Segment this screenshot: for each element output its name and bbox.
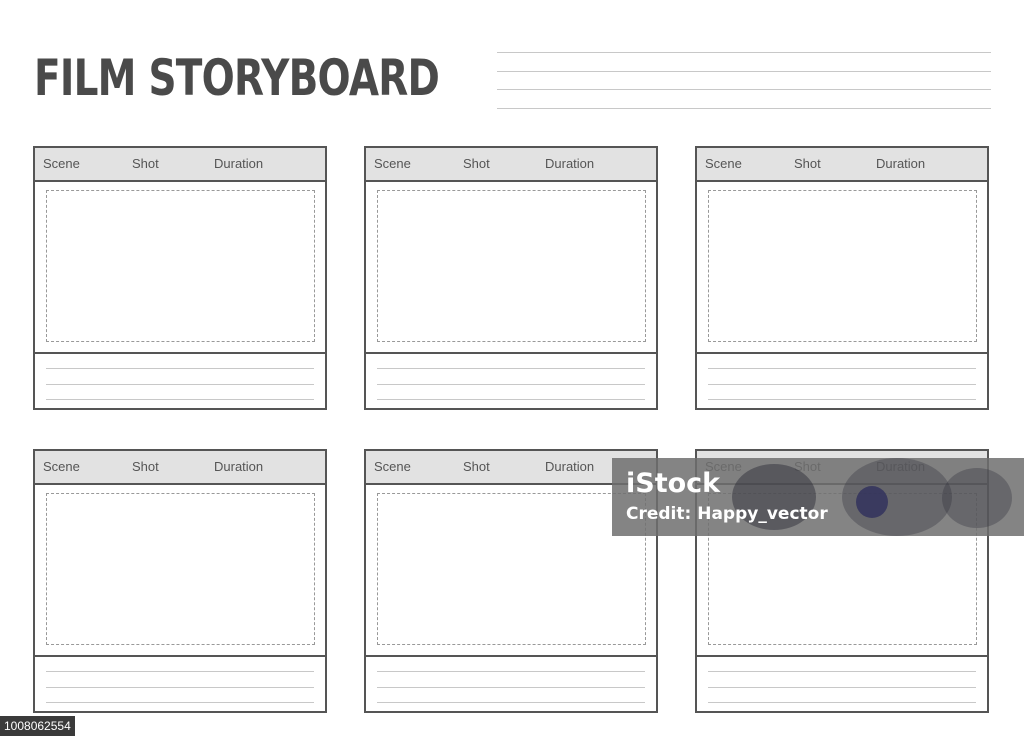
watermark-brand: iStock: [626, 468, 721, 499]
shot-label: Shot: [463, 156, 490, 171]
storyboard-panel-4: Scene Shot Duration: [33, 449, 327, 713]
duration-label: Duration: [545, 459, 595, 474]
duration-label: Duration: [545, 156, 595, 171]
watermark-credit: Credit: Happy_vector: [626, 504, 828, 524]
image-id-label: 1008062554: [0, 716, 75, 736]
note-line: [377, 702, 645, 703]
panel-header: Scene Shot Duration: [366, 148, 656, 182]
note-line: [708, 671, 976, 672]
watermark-banner: iStock Credit: Happy_vector: [612, 458, 1024, 536]
scene-label: Scene: [374, 459, 411, 474]
sketch-frame: [46, 190, 315, 342]
note-line: [497, 107, 991, 109]
notes-area: [366, 352, 656, 408]
note-line: [377, 384, 645, 385]
note-line: [46, 671, 314, 672]
notes-area: [35, 655, 325, 711]
note-line: [46, 687, 314, 688]
note-line: [377, 399, 645, 400]
scene-label: Scene: [43, 459, 80, 474]
shot-label: Shot: [463, 459, 490, 474]
note-line: [46, 702, 314, 703]
scene-label: Scene: [374, 156, 411, 171]
note-line: [708, 399, 976, 400]
notes-area: [697, 352, 987, 408]
sketch-frame: [708, 190, 977, 342]
note-line: [497, 70, 991, 72]
note-line: [46, 399, 314, 400]
page-title: FILM STORYBOARD: [34, 49, 440, 107]
notes-area: [697, 655, 987, 711]
watermark-blob: [856, 486, 888, 518]
shot-label: Shot: [794, 156, 821, 171]
note-line: [497, 89, 991, 90]
storyboard-panel-1: Scene Shot Duration: [33, 146, 327, 410]
note-line: [708, 368, 976, 369]
notes-area: [35, 352, 325, 408]
storyboard-panel-3: Scene Shot Duration: [695, 146, 989, 410]
note-line: [377, 687, 645, 688]
note-line: [708, 384, 976, 385]
scene-label: Scene: [43, 156, 80, 171]
note-line: [497, 52, 991, 53]
sketch-frame: [377, 493, 646, 645]
shot-label: Shot: [132, 156, 159, 171]
title-notes-lines: [497, 52, 991, 126]
duration-label: Duration: [214, 156, 264, 171]
note-line: [708, 702, 976, 703]
sketch-frame: [46, 493, 315, 645]
note-line: [708, 687, 976, 688]
shot-label: Shot: [132, 459, 159, 474]
scene-label: Scene: [705, 156, 742, 171]
panel-header: Scene Shot Duration: [35, 148, 325, 182]
watermark-blob: [942, 468, 1012, 528]
note-line: [46, 384, 314, 385]
note-line: [377, 368, 645, 369]
note-line: [377, 671, 645, 672]
storyboard-panel-2: Scene Shot Duration: [364, 146, 658, 410]
notes-area: [366, 655, 656, 711]
note-line: [46, 368, 314, 369]
duration-label: Duration: [214, 459, 264, 474]
sketch-frame: [377, 190, 646, 342]
panel-header: Scene Shot Duration: [35, 451, 325, 485]
duration-label: Duration: [876, 156, 926, 171]
panel-header: Scene Shot Duration: [697, 148, 987, 182]
